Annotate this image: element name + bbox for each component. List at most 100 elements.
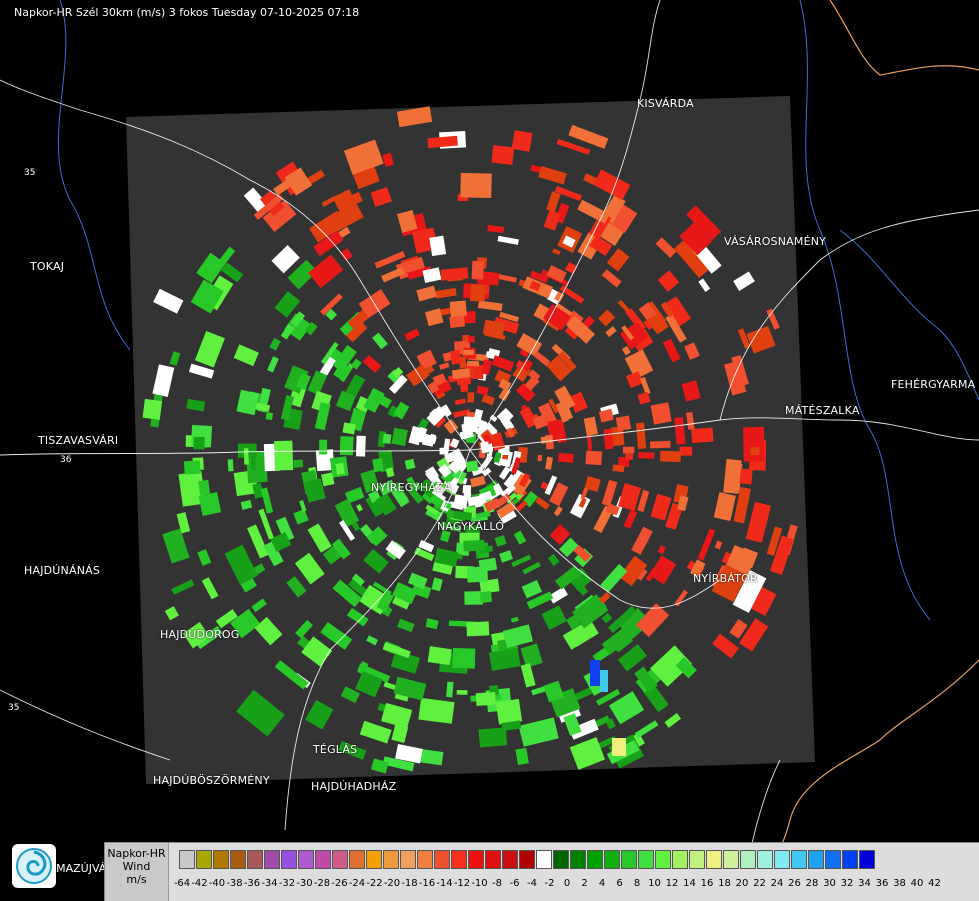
radar-echo-cell	[321, 472, 335, 487]
legend-swatch	[451, 850, 467, 869]
legend-tick: 18	[718, 878, 731, 889]
legend-tick: -30	[296, 878, 313, 889]
legend-tick: -18	[401, 878, 418, 889]
radar-echo-cell	[449, 315, 466, 329]
city-label-nagykallo: NAGYKÁLLÓ	[437, 520, 505, 533]
legend-tick: -6	[509, 878, 520, 889]
legend-swatch	[332, 850, 348, 869]
radar-echo-cell	[638, 452, 655, 459]
radar-echo-cell	[265, 411, 274, 421]
radar-echo-cell	[293, 459, 304, 468]
legend-tick: 16	[700, 878, 714, 889]
radar-echo-cell	[198, 479, 211, 495]
radar-echo-cell	[319, 439, 328, 455]
legend-swatch	[298, 850, 314, 869]
radar-echo-cell	[455, 553, 463, 560]
radar-echo-cell	[585, 450, 603, 466]
legend-swatch	[213, 850, 229, 869]
legend-tick: -24	[348, 878, 366, 889]
legend-swatch	[689, 850, 705, 869]
radar-echo-cell	[355, 435, 366, 457]
radar-echo-cell	[456, 689, 468, 695]
city-label-nyirbator: NYÍRBÁTOR	[693, 572, 758, 585]
radar-echo-cell	[537, 454, 543, 462]
legend-tick: 10	[648, 878, 661, 889]
legend-tick: -32	[278, 878, 296, 889]
legend-swatch	[655, 850, 671, 869]
legend-swatch	[315, 850, 331, 869]
legend-swatch	[264, 850, 280, 869]
radar-echo-cell	[468, 336, 475, 343]
city-label-tiszavasvari: TISZAVASVÁRI	[38, 434, 119, 447]
legend-swatch	[638, 850, 654, 869]
legend-swatch	[230, 850, 246, 869]
legend-tick: -12	[453, 878, 471, 889]
radar-echo-cell	[461, 423, 472, 433]
city-label-hajdunanas: HAJDÚNÁNÁS	[24, 564, 101, 577]
radar-echo-cell	[462, 484, 472, 494]
radar-echo-cell	[372, 458, 384, 473]
radar-echo-cell	[470, 284, 486, 302]
legend-swatch	[859, 850, 875, 869]
legend-tick: -14	[436, 878, 453, 889]
radar-echo-cell	[342, 422, 356, 435]
legend-swatch	[723, 850, 739, 869]
radar-echo-cell	[463, 540, 485, 552]
radar-echo-cell	[453, 494, 469, 509]
legend-color-scale	[179, 850, 876, 869]
radar-echo-cell	[382, 433, 392, 444]
legend-tick: -34	[261, 878, 278, 889]
legend-tick: -26	[331, 878, 348, 889]
legend-tick: 20	[735, 878, 749, 889]
legend-label: Napkor-HR Wind m/s	[105, 843, 169, 901]
legend-tick: -36	[243, 878, 261, 889]
radar-echo-cell	[183, 460, 201, 475]
radar-echo-cell	[600, 670, 608, 692]
radar-echo-cell	[471, 260, 484, 280]
radar-echo-cell	[615, 415, 632, 431]
legend-tick: 42	[928, 878, 941, 889]
radar-echo-cell	[558, 452, 574, 463]
radar-echo-cell	[463, 349, 474, 356]
legend-swatch	[519, 850, 535, 869]
city-label-nyiregyhaza: NYÍREGYHÁZA	[371, 481, 452, 494]
legend-tick: 40	[910, 878, 924, 889]
legend-swatch	[502, 850, 518, 869]
legend-tick: 28	[805, 878, 819, 889]
radar-echo-cell	[449, 300, 467, 317]
city-label-kisvarda: KISVÁRDA	[637, 97, 694, 110]
legend-swatch	[604, 850, 620, 869]
radar-echo-cell	[495, 698, 523, 725]
legend-tick: -2	[544, 878, 555, 889]
legend-swatch	[757, 850, 773, 869]
legend-swatch	[281, 850, 297, 869]
radar-echo-cell	[250, 454, 256, 471]
legend-label-unit: m/s	[126, 873, 147, 886]
legend-tick-labels: -64 -42 -40 -38 -36 -34 -32 -30 -28 -26 -24 -22 -20-…	[174, 878, 979, 892]
city-label-hajduhadhaz: HAJDÚHADHÁZ	[311, 780, 397, 793]
legend-tick: 34	[858, 878, 871, 889]
radar-echo-cell	[466, 621, 490, 637]
radar-echo-cell	[679, 446, 693, 456]
road-number-35-north: 35	[24, 168, 36, 178]
radar-echo-cell	[625, 453, 634, 460]
legend-tick: -40	[208, 878, 226, 889]
radar-echo-cell	[491, 145, 515, 165]
radar-echo-cell	[449, 349, 462, 365]
city-label-fehergyarmat: FEHÉRGYARMA	[891, 378, 976, 391]
legend-tick: 0	[563, 878, 571, 889]
legend-tick: 6	[616, 878, 623, 889]
legend-swatch	[791, 850, 807, 869]
radar-echo-cell	[452, 647, 476, 669]
radar-echo-cell	[475, 692, 496, 706]
city-label-mateszalka: MÁTÉSZALKA	[785, 404, 860, 417]
legend-tick: -10	[471, 878, 488, 889]
city-label-hajduboszormeny: HAJDÚBÖSZÖRMÉNY	[153, 774, 270, 787]
radar-echo-cell	[459, 381, 469, 393]
city-label-hajdudorog: HAJDÚDOROG	[160, 628, 240, 641]
legend-tick: 32	[840, 878, 854, 889]
legend-tick: -22	[366, 878, 383, 889]
legend-tick: -20	[383, 878, 401, 889]
napkor-logo-icon	[12, 844, 56, 888]
radar-echo-cell	[467, 392, 475, 403]
